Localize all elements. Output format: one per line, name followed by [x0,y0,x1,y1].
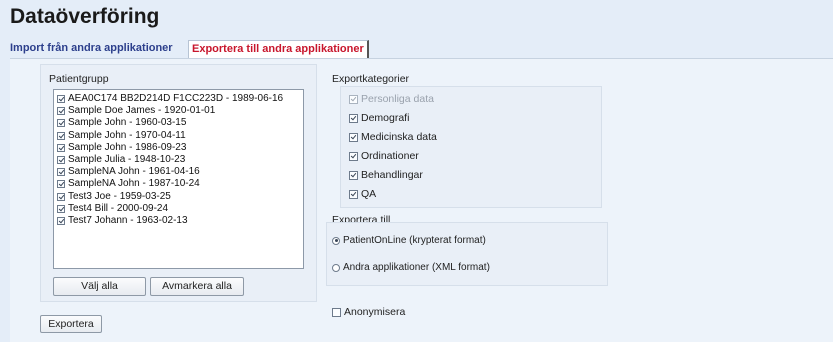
patient-name: Sample Doe James - 1920-01-01 [68,105,216,117]
category-label: Personliga data [361,93,434,105]
list-item[interactable]: Test3 Joe - 1959-03-25 [57,191,303,203]
checkbox-checked-icon[interactable] [57,192,65,201]
select-all-button[interactable]: Välj alla [53,277,146,296]
category-label: Behandlingar [361,169,423,181]
patient-name: Sample John - 1986-09-23 [68,141,187,153]
checkbox-checked-icon[interactable] [57,204,65,213]
category-personal-data: Personliga data [349,92,434,106]
checkbox-checked-icon[interactable] [349,170,358,180]
checkbox-checked-icon[interactable] [57,180,65,189]
list-item[interactable]: Sample John - 1960-03-15 [57,117,303,129]
anonymize-option[interactable]: Anonymisera [332,306,405,318]
list-item[interactable]: Test7 Johann - 1963-02-13 [57,215,303,227]
list-item[interactable]: Test4 Bill - 2000-09-24 [57,203,303,215]
checkbox-checked-icon[interactable] [349,189,358,199]
anonymize-label: Anonymisera [344,306,406,318]
checkbox-checked-icon[interactable] [57,131,65,140]
list-item[interactable]: AEA0C174 BB2D214D F1CC223D - 1989-06-16 [57,93,303,105]
tab-export[interactable]: Exportera till andra applikationer [188,40,369,60]
patient-name: Test7 Johann - 1963-02-13 [68,214,188,226]
category-treatments[interactable]: Behandlingar [349,168,423,182]
radio-patientonline[interactable]: PatientOnLine (krypterat format) [332,235,486,246]
category-label: Ordinationer [361,150,419,162]
category-medical-data[interactable]: Medicinska data [349,130,437,144]
checkbox-checked-icon[interactable] [57,216,65,225]
category-label: Medicinska data [361,131,437,143]
list-item[interactable]: Sample Doe James - 1920-01-01 [57,105,303,117]
checkbox-checked-icon[interactable] [57,156,65,165]
checkbox-checked-icon[interactable] [57,143,65,152]
category-label: Demografi [361,112,410,124]
list-item[interactable]: SampleNA John - 1987-10-24 [57,178,303,190]
checkbox-checked-icon[interactable] [57,119,65,128]
patient-name: SampleNA John - 1961-04-16 [68,166,200,178]
checkbox-unchecked-icon[interactable] [332,307,341,317]
patient-group-label: Patientgrupp [49,73,109,85]
deselect-all-button[interactable]: Avmarkera alla [150,277,244,296]
patient-list[interactable]: AEA0C174 BB2D214D F1CC223D - 1989-06-16 … [53,89,304,269]
radio-selected-icon[interactable] [332,236,340,245]
patient-name: Sample John - 1960-03-15 [68,117,187,129]
data-transfer-page: Dataöverföring Import från andra applika… [0,0,833,342]
checkbox-checked-icon[interactable] [349,132,358,142]
category-prescriptions[interactable]: Ordinationer [349,149,419,163]
radio-label: PatientOnLine (krypterat format) [343,235,486,246]
export-categories-label: Exportkategorier [332,73,410,85]
list-item[interactable]: SampleNA John - 1961-04-16 [57,166,303,178]
category-demography[interactable]: Demografi [349,111,409,125]
checkbox-checked-icon[interactable] [57,168,65,177]
export-button[interactable]: Exportera [40,315,102,333]
patient-name: AEA0C174 BB2D214D F1CC223D - 1989-06-16 [68,93,284,105]
category-label: QA [361,188,377,200]
checkbox-checked-icon[interactable] [349,113,358,123]
checkbox-checked-disabled-icon [349,94,358,104]
patient-name: Sample John - 1970-04-11 [68,129,186,141]
checkbox-checked-icon[interactable] [57,107,65,116]
patient-name: Test4 Bill - 2000-09-24 [68,202,169,214]
radio-other-applications[interactable]: Andra applikationer (XML format) [332,262,490,273]
list-item[interactable]: Sample John - 1986-09-23 [57,142,303,154]
list-item[interactable]: Sample Julia - 1948-10-23 [57,154,303,166]
radio-unselected-icon[interactable] [332,263,340,272]
list-item[interactable]: Sample John - 1970-04-11 [57,130,303,142]
tab-import[interactable]: Import från andra applikationer [10,40,173,57]
export-to-panel [326,222,608,286]
patient-name: Test3 Joe - 1959-03-25 [68,190,171,202]
category-qa[interactable]: QA [349,187,376,201]
patient-name: SampleNA John - 1987-10-24 [68,178,200,190]
patient-name: Sample Julia - 1948-10-23 [68,154,186,166]
radio-label: Andra applikationer (XML format) [343,262,490,273]
checkbox-checked-icon[interactable] [57,95,65,104]
page-title: Dataöverföring [10,5,160,28]
checkbox-checked-icon[interactable] [349,151,358,161]
